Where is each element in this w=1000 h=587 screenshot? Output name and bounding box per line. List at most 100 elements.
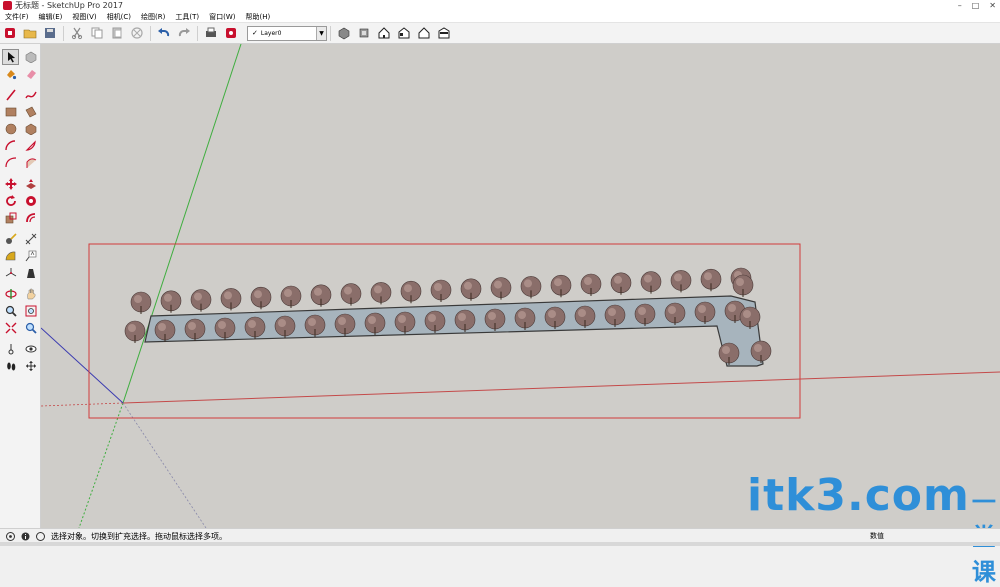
walk-icon[interactable] [2, 358, 19, 374]
tree[interactable] [700, 268, 722, 292]
drawing-viewport[interactable] [41, 44, 1000, 528]
rotate-icon[interactable] [2, 193, 19, 209]
follow-me-icon[interactable] [22, 193, 39, 209]
tree[interactable] [400, 280, 422, 304]
previous-view-icon[interactable] [22, 320, 39, 336]
tree[interactable] [310, 284, 332, 307]
tree[interactable] [520, 276, 542, 299]
tree[interactable] [130, 291, 152, 314]
eraser-icon[interactable] [22, 66, 39, 82]
tree[interactable] [550, 274, 572, 298]
position-camera-icon[interactable] [2, 341, 19, 357]
geo-location-icon[interactable] [5, 531, 15, 541]
tree[interactable] [190, 289, 212, 312]
tree[interactable] [370, 282, 392, 305]
blue-axis-hidden [122, 402, 207, 528]
zoom-icon[interactable] [2, 303, 19, 319]
right-view-icon[interactable] [396, 25, 412, 41]
menu-file[interactable]: 文件(F) [0, 12, 34, 22]
tree[interactable] [430, 279, 452, 302]
orbit-icon[interactable] [2, 286, 19, 302]
left-view-icon[interactable] [436, 25, 452, 41]
push-pull-icon[interactable] [22, 176, 39, 192]
undo-icon[interactable] [156, 25, 172, 41]
pan-icon[interactable] [22, 286, 39, 302]
polygon-icon[interactable] [22, 121, 39, 137]
tree[interactable] [340, 283, 362, 306]
menu-camera[interactable]: 相机(C) [102, 12, 136, 22]
back-view-icon[interactable] [416, 25, 432, 41]
left-toolbar-separator [2, 227, 40, 230]
menu-tools[interactable]: 工具(T) [170, 12, 204, 22]
offset-icon[interactable] [22, 210, 39, 226]
menu-draw[interactable]: 绘图(R) [136, 12, 170, 22]
model-canvas[interactable] [41, 44, 1000, 528]
top-view-icon[interactable] [356, 25, 372, 41]
close-button[interactable]: ✕ [989, 0, 996, 11]
rotated-rectangle-icon[interactable] [22, 104, 39, 120]
layer-dropdown[interactable]: ✓ Layer0 ▼ [247, 25, 327, 41]
erase-icon[interactable] [129, 25, 145, 41]
paint-icon[interactable] [2, 66, 19, 82]
help-icon[interactable] [35, 531, 45, 541]
redo-icon[interactable] [176, 25, 192, 41]
menu-view[interactable]: 视图(V) [67, 12, 101, 22]
front-view-icon[interactable] [376, 25, 392, 41]
tree[interactable] [250, 286, 272, 310]
model-info-icon[interactable] [223, 25, 239, 41]
new-icon[interactable] [2, 25, 18, 41]
axes-icon[interactable] [2, 265, 19, 281]
tree[interactable] [732, 274, 754, 297]
3d-text-icon[interactable] [22, 265, 39, 281]
toolbar-separator [197, 25, 198, 41]
minimize-button[interactable]: – [958, 0, 962, 11]
pie-icon[interactable] [22, 138, 39, 154]
tree[interactable] [460, 278, 482, 301]
tree[interactable] [490, 277, 512, 300]
open-icon[interactable] [22, 25, 38, 41]
circle-icon[interactable] [2, 121, 19, 137]
select-icon[interactable] [2, 49, 19, 65]
cut-icon[interactable] [69, 25, 85, 41]
menu-edit[interactable]: 编辑(E) [34, 12, 68, 22]
three-point-arc-icon[interactable] [22, 155, 39, 171]
tree[interactable] [580, 273, 602, 296]
menu-help[interactable]: 帮助(H) [240, 12, 275, 22]
tree[interactable] [610, 272, 632, 295]
rectangle-icon[interactable] [2, 104, 19, 120]
left-toolbar-separator [2, 337, 40, 340]
dimension-icon[interactable] [22, 231, 39, 247]
freehand-icon[interactable] [22, 87, 39, 103]
layer-check-icon: ✓ [252, 29, 258, 37]
layer-value: Layer0 [260, 29, 282, 37]
maximize-button[interactable]: □ [972, 0, 980, 11]
copy-icon[interactable] [89, 25, 105, 41]
iso-view-icon[interactable] [336, 25, 352, 41]
scale-icon[interactable] [2, 210, 19, 226]
watermark-domain: .com [847, 470, 970, 521]
protractor-icon[interactable] [2, 248, 19, 264]
tree[interactable] [280, 285, 302, 308]
tree[interactable] [124, 320, 146, 343]
menu-window[interactable]: 窗口(W) [204, 12, 240, 22]
move-icon[interactable] [2, 176, 19, 192]
tree[interactable] [640, 271, 662, 294]
line-icon[interactable] [2, 87, 19, 103]
look-around-icon[interactable] [22, 341, 39, 357]
chevron-down-icon[interactable]: ▼ [316, 26, 326, 40]
text-icon[interactable] [22, 248, 39, 264]
save-icon[interactable] [42, 25, 58, 41]
zoom-window-icon[interactable] [22, 303, 39, 319]
tree[interactable] [670, 270, 692, 293]
two-point-arc-icon[interactable] [2, 155, 19, 171]
info-icon[interactable] [20, 531, 30, 541]
tree[interactable] [220, 288, 242, 311]
zoom-extents-icon[interactable] [2, 320, 19, 336]
component-icon[interactable] [22, 49, 39, 65]
section-plane-icon[interactable] [22, 358, 39, 374]
arc-icon[interactable] [2, 138, 19, 154]
print-icon[interactable] [203, 25, 219, 41]
tape-measure-icon[interactable] [2, 231, 19, 247]
paste-icon[interactable] [109, 25, 125, 41]
tree[interactable] [160, 290, 182, 313]
